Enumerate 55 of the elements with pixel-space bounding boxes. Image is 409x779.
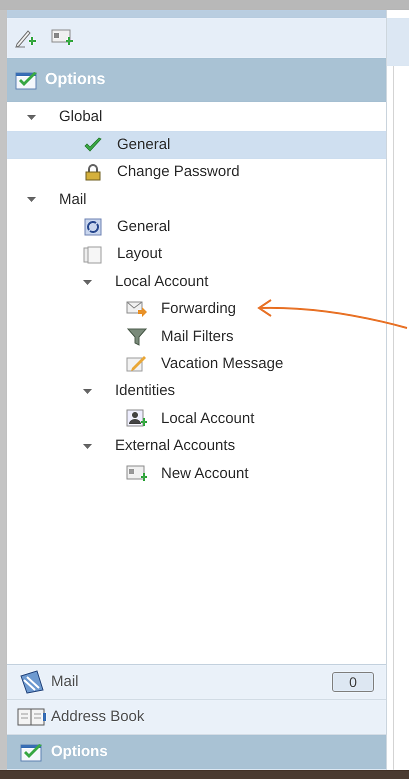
lock-icon [84,163,102,182]
book-icon [17,707,47,727]
nav-label: Options [51,742,108,762]
refresh-icon [84,218,102,236]
nav-item[interactable]: Mail 0 [7,665,386,700]
tree-item[interactable]: Forwarding [7,296,386,324]
add-pencil-icon[interactable] [15,28,37,48]
tree-label: Mail Filters [161,326,234,347]
tree-label: Identities [115,381,176,402]
nav-item[interactable]: Address Book [7,700,386,735]
filter-icon [127,326,147,347]
page-icon [83,246,103,264]
tree-item[interactable]: Local Account [7,405,386,433]
tree-label: Global [59,107,102,128]
mail-icon [19,670,45,694]
tree-item[interactable]: External Accounts [7,432,386,460]
tree-label: Layout [117,244,162,264]
tree-item[interactable]: Mail [7,186,386,214]
expander-icon[interactable] [83,278,92,287]
tree-label: Change Password [117,162,240,182]
edit-icon [126,355,148,374]
options-icon [15,70,39,90]
add-card-icon [126,464,148,484]
tree-label: General [117,217,170,237]
tree-item[interactable]: General [7,214,386,241]
expander-icon[interactable] [83,442,92,451]
tree-label: Forwarding [161,299,236,320]
nav-label: Address Book [51,706,144,727]
tree-label: Local Account [161,408,254,429]
count-badge: 0 [332,672,374,692]
tree-item[interactable]: New Account [7,460,386,488]
tree-label: New Account [161,464,249,484]
tree-item[interactable]: Global [7,104,386,132]
tree-label: General [117,134,170,155]
add-person-icon [126,408,148,429]
nav-label: Mail [51,672,79,692]
expander-icon[interactable] [27,113,36,122]
forward-mail-icon [126,300,148,318]
tree-label: Mail [59,190,87,210]
tree-label: Vacation Message [161,354,284,374]
panel-title: Options [45,70,106,90]
tree-item[interactable]: Identities [7,378,386,406]
add-card-icon[interactable] [51,28,75,48]
options-icon [20,742,44,762]
expander-icon[interactable] [83,387,92,396]
tree-item[interactable]: Vacation Message [7,350,386,378]
tree-item[interactable]: Change Password [7,158,386,186]
tree-item[interactable]: Mail Filters [7,323,386,351]
tree-label: External Accounts [115,436,236,456]
tree-item[interactable]: Local Account [7,268,386,296]
tree-item[interactable]: General [7,131,386,159]
tree-label: Local Account [115,272,208,292]
expander-icon[interactable] [27,195,36,204]
tree-item[interactable]: Layout [7,240,386,268]
check-icon [83,137,103,154]
